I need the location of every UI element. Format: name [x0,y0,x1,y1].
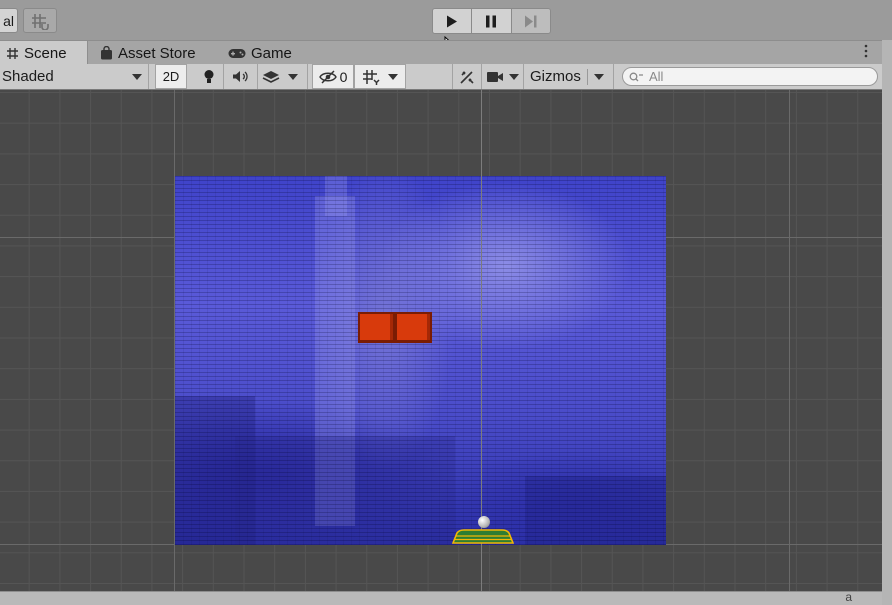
grid-icon [7,47,18,59]
brick[interactable] [358,312,395,343]
lightbulb-icon [204,69,213,83]
playback-controls [432,8,551,34]
scene-visibility-toggle[interactable]: 0 [312,64,354,89]
eye-hidden-icon [318,69,337,84]
shading-mode-label: Shaded [2,68,54,85]
tab-options-menu[interactable] [864,44,868,61]
pause-icon [486,15,497,27]
main-toolbar: al [0,0,892,56]
pause-button[interactable] [472,9,512,33]
layers-icon [262,70,280,83]
pivot-mode-button[interactable]: al [0,8,18,33]
scene-view-toolbar: Shaded 2D 0 Gizmos All [0,64,882,90]
unity-editor: al Scene Asset Store Game Shaded 2D 0 Gi… [0,0,892,605]
step-icon [524,15,537,27]
tab-scene-label: Scene [24,44,67,62]
speaker-icon [233,71,248,82]
grid-snap-icon [32,13,49,30]
grid-visibility-dropdown[interactable] [354,64,406,89]
scene-lighting-button[interactable] [194,64,224,89]
video-camera-icon [487,71,503,82]
gizmos-dropdown[interactable]: Gizmos [524,64,614,89]
grid-icon [363,69,380,85]
pivot-mode-label: al [3,12,14,29]
chevron-down-icon [132,73,142,80]
camera-settings-dropdown[interactable] [482,64,524,89]
status-bar: a [0,590,882,605]
paddle[interactable] [452,527,514,544]
chevron-down-icon [288,73,298,80]
tab-asset-store-label: Asset Store [118,44,196,62]
bag-icon [101,46,112,60]
brick[interactable] [395,312,432,343]
toggle-2d-label: 2D [162,69,180,84]
play-icon [447,15,458,27]
scene-viewport[interactable] [0,90,882,591]
hidden-object-count: 0 [339,68,348,85]
shading-mode-dropdown[interactable]: Shaded [0,64,149,89]
grid-snapping-button[interactable] [23,8,57,33]
component-tools-button[interactable] [452,64,482,89]
hierarchy-search-input[interactable]: All [622,67,878,86]
tab-asset-store[interactable]: Asset Store [100,41,196,65]
kebab-menu-icon [864,44,868,58]
toggle-2d-button[interactable]: 2D [155,64,187,89]
tools-icon [460,70,474,84]
tab-game[interactable]: Game [228,41,292,65]
gizmos-label: Gizmos [530,68,581,85]
search-placeholder: All [649,69,664,84]
chevron-down-icon [593,73,604,80]
game-objects-layer [175,176,666,545]
gamepad-icon [228,48,246,58]
chevron-down-icon [388,73,398,80]
search-icon [629,72,643,81]
chevron-down-icon [509,73,519,80]
status-glyph: a [845,590,852,604]
editor-tab-strip: Scene Asset Store Game [0,40,882,65]
grid-major-line [789,90,790,591]
tab-game-label: Game [251,44,292,62]
play-button[interactable] [433,9,473,33]
tab-scene[interactable]: Scene [0,41,88,65]
step-button[interactable] [511,9,550,33]
scene-audio-button[interactable] [224,64,258,89]
vertical-scrollbar[interactable] [882,40,892,605]
scene-effects-dropdown[interactable] [258,64,308,89]
